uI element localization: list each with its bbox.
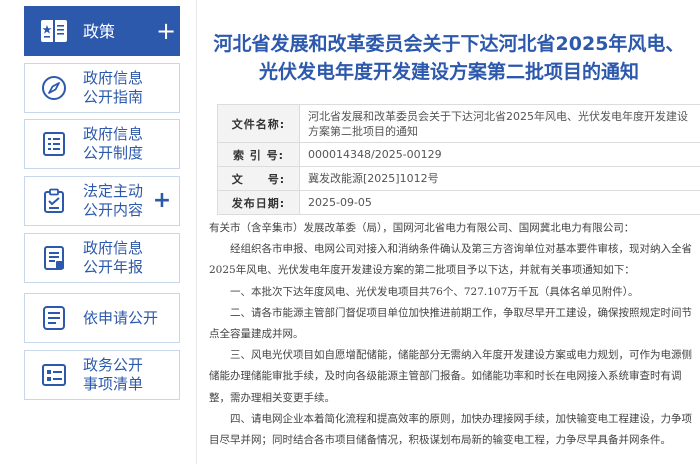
sidebar-item-statutory[interactable]: 法定主动公开内容 +: [24, 176, 180, 226]
sidebar-item-label: 法定主动公开内容: [83, 182, 144, 219]
salutation-paragraph: 有关市（含辛集市）发展改革委（局），国网河北省电力有限公司、国网冀北电力有限公司…: [209, 222, 635, 234]
sidebar-item-policy[interactable]: 政策 +: [24, 6, 180, 56]
sidebar-item-label: 政府信息公开制度: [83, 125, 144, 162]
info-row: 文 号: 冀发改能源[2025]1012号: [217, 166, 700, 191]
info-value: 000014348/2025-00129: [299, 142, 700, 167]
item-list-icon: [25, 351, 83, 399]
article-panel: 河北省发展和改革委员会关于下达河北省2025年风电、光伏发电年度开发建设方案第二…: [196, 0, 700, 464]
info-key: 索 引 号:: [217, 142, 300, 167]
checklist-icon: [25, 177, 83, 225]
sidebar-item-annual-report[interactable]: 政府信息公开年报: [24, 233, 180, 283]
body-paragraph: 四、请电网企业本着简化流程和提高效率的原则，加快办理接网手续，加快输变电工程建设…: [209, 412, 692, 447]
compass-icon: [25, 64, 83, 112]
document-info-table: 文件名称: 河北省发展和改革委员会关于下达河北省2025年风电、光伏发电年度开发…: [217, 104, 700, 215]
body-paragraph: 三、风电光伏项目如自愿增配储能，储能部分无需纳入年度开发建设方案或电力规划，可作…: [209, 349, 692, 404]
sidebar-item-item-list[interactable]: 政务公开事项清单: [24, 350, 180, 400]
expand-plus-icon[interactable]: +: [153, 19, 179, 43]
info-row: 索 引 号: 000014348/2025-00129: [217, 142, 700, 167]
sidebar-item-label: 依申请公开: [83, 308, 159, 327]
sidebar-item-guide[interactable]: 政府信息公开指南: [24, 63, 180, 113]
policy-book-icon: [25, 7, 83, 55]
expand-plus-icon[interactable]: +: [149, 190, 175, 212]
sidebar-item-apply[interactable]: 依申请公开: [24, 293, 180, 343]
list-document-icon: [25, 120, 83, 168]
body-paragraph: 二、请各市能源主管部门督促项目单位加快推进前期工作，争取尽早开工建设，确保按照规…: [209, 306, 692, 341]
info-key: 文件名称:: [217, 104, 300, 143]
application-form-icon: [25, 294, 83, 342]
annual-report-icon: [25, 234, 83, 282]
sidebar-item-label: 政府信息公开指南: [83, 69, 144, 106]
info-value: 2025-09-05: [299, 190, 700, 215]
info-value: 冀发改能源[2025]1012号: [299, 166, 700, 191]
body-paragraph: 经组织各市申报、电网公司对接入和消纳条件确认及第三方咨询单位对基本要件审核，现对…: [209, 243, 692, 277]
info-key: 发布日期:: [217, 190, 300, 215]
body-paragraph: 一、本批次下达年度风电、光伏发电项目共76个、727.107万千瓦（具体名单见附…: [230, 285, 639, 298]
article-title: 河北省发展和改革委员会关于下达河北省2025年风电、光伏发电年度开发建设方案第二…: [213, 33, 685, 83]
sidebar-item-label: 政策: [83, 21, 116, 41]
info-row: 发布日期: 2025-09-05: [217, 190, 700, 215]
sidebar-item-system[interactable]: 政府信息公开制度: [24, 119, 180, 169]
info-key: 文 号:: [217, 166, 300, 191]
sidebar-nav: 政策 + 政府信息公开指南 政府信息公开制度 法定主动公开内容 + 政府信息公开…: [0, 0, 180, 464]
info-value: 河北省发展和改革委员会关于下达河北省2025年风电、光伏发电年度开发建设方案第二…: [299, 104, 700, 143]
info-row: 文件名称: 河北省发展和改革委员会关于下达河北省2025年风电、光伏发电年度开发…: [217, 104, 700, 143]
article-body: 有关市（含辛集市）发展改革委（局），国网河北省电力有限公司、国网冀北电力有限公司…: [209, 218, 700, 451]
sidebar-item-label: 政府信息公开年报: [83, 239, 144, 276]
sidebar-item-label: 政务公开事项清单: [83, 356, 144, 393]
